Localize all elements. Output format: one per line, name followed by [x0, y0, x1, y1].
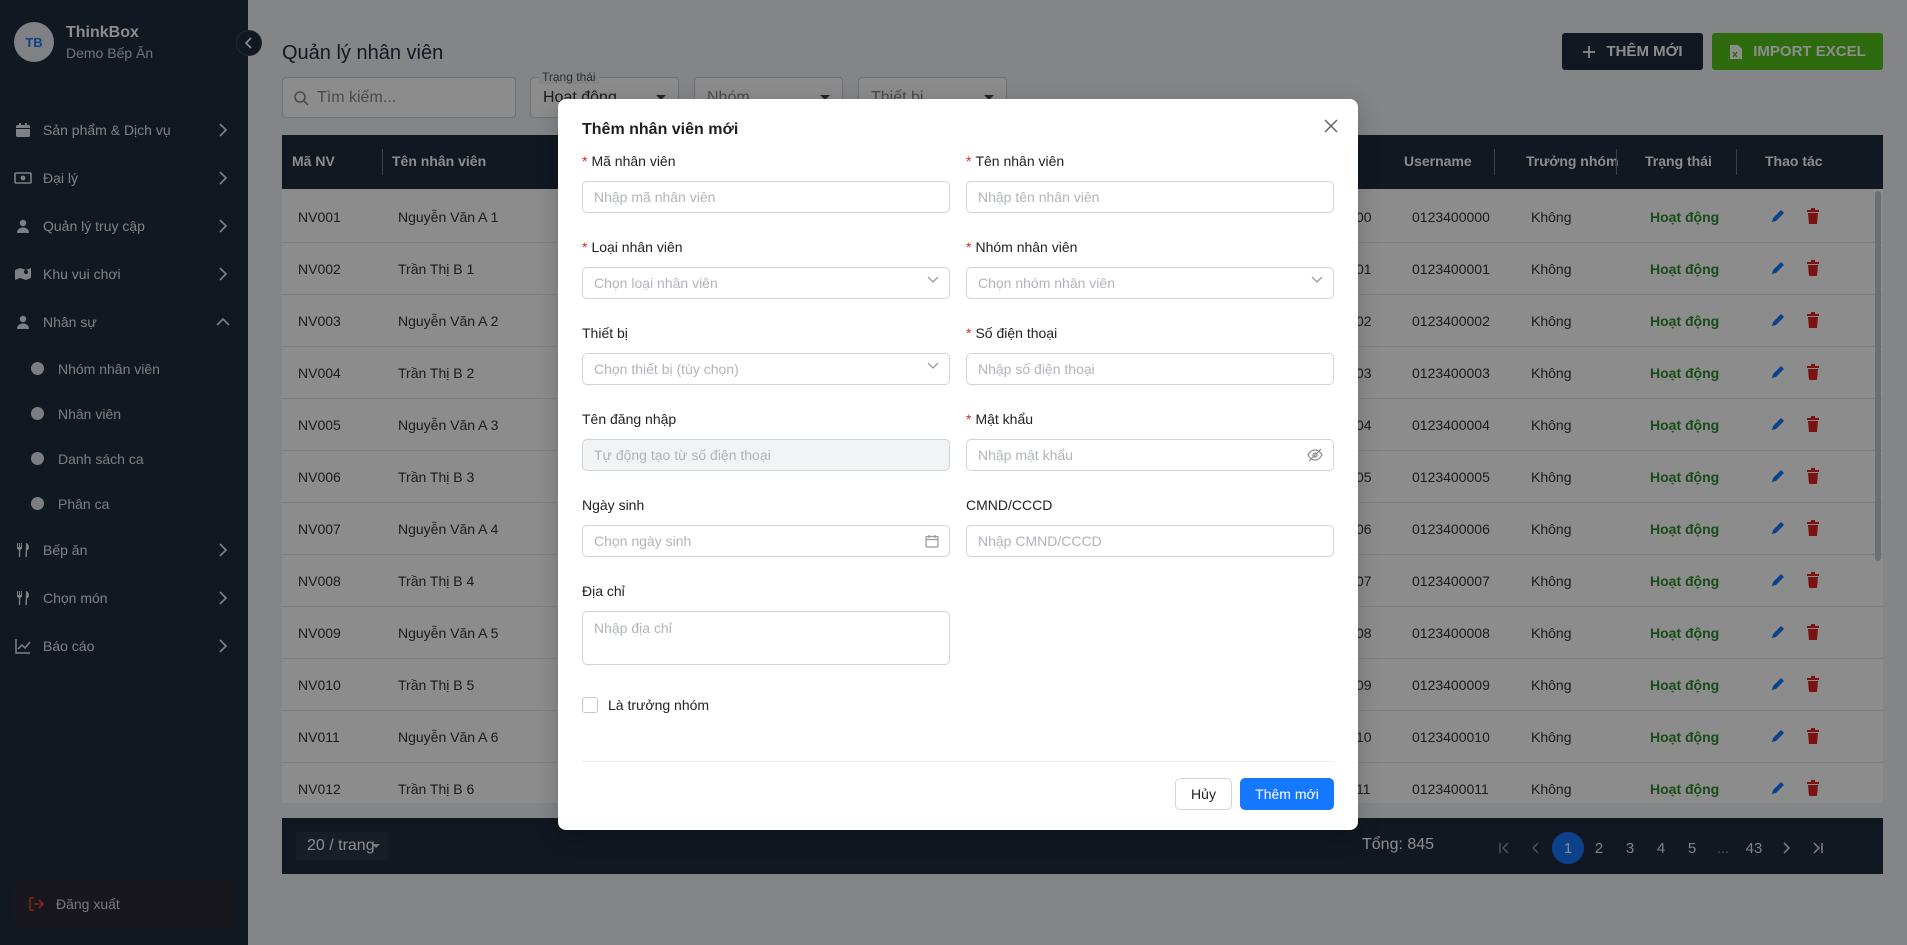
employee-code-input[interactable]: Nhập mã nhân viên [582, 181, 950, 213]
device-select[interactable]: Chọn thiết bị (tùy chọn) [582, 353, 950, 385]
password-input[interactable]: Nhập mật khẩu [966, 439, 1334, 471]
employee-group-select[interactable]: Chọn nhóm nhân viên [966, 267, 1334, 299]
phone-label: * Số điện thoại [966, 325, 1058, 341]
device-label: Thiết bị [582, 325, 628, 341]
chevron-down-icon [1311, 276, 1323, 284]
password-label: * Mật khẩu [966, 411, 1034, 427]
cancel-button[interactable]: Hủy [1175, 778, 1232, 810]
address-textarea[interactable]: Nhập địa chỉ [582, 611, 950, 665]
close-icon [1324, 119, 1338, 133]
submit-button[interactable]: Thêm mới [1240, 778, 1334, 810]
calendar-icon [925, 534, 939, 548]
chevron-down-icon [927, 276, 939, 284]
modal-close-button[interactable] [1320, 115, 1342, 137]
phone-input[interactable]: Nhập số điện thoại [966, 353, 1334, 385]
employee-type-select[interactable]: Chọn loại nhân viên [582, 267, 950, 299]
username-label: Tên đăng nhập [582, 411, 677, 427]
add-employee-modal: Thêm nhân viên mới * Mã nhân viên Nhập mã… [558, 99, 1358, 830]
employee-group-label: * Nhóm nhân viên [966, 239, 1078, 255]
leader-checkbox-label: Là trưởng nhóm [608, 697, 710, 713]
checkbox-box[interactable] [582, 697, 598, 713]
birthday-label: Ngày sinh [582, 497, 645, 513]
username-input: Tự động tạo từ số điện thoại [582, 439, 950, 471]
idcard-input[interactable]: Nhập CMND/CCCD [966, 525, 1334, 557]
leader-checkbox[interactable]: Là trưởng nhóm [582, 697, 709, 713]
chevron-down-icon [927, 362, 939, 370]
modal-footer-divider [582, 761, 1334, 762]
eye-off-icon[interactable] [1307, 448, 1323, 462]
employee-type-label: * Loại nhân viên [582, 239, 683, 255]
modal-title: Thêm nhân viên mới [582, 121, 739, 138]
employee-code-label: * Mã nhân viên [582, 153, 676, 169]
idcard-label: CMND/CCCD [966, 497, 1053, 513]
address-label: Địa chỉ [582, 583, 625, 599]
birthday-datepicker[interactable]: Chọn ngày sinh [582, 525, 950, 557]
employee-name-input[interactable]: Nhập tên nhân viên [966, 181, 1334, 213]
employee-name-label: * Tên nhân viên [966, 153, 1065, 169]
